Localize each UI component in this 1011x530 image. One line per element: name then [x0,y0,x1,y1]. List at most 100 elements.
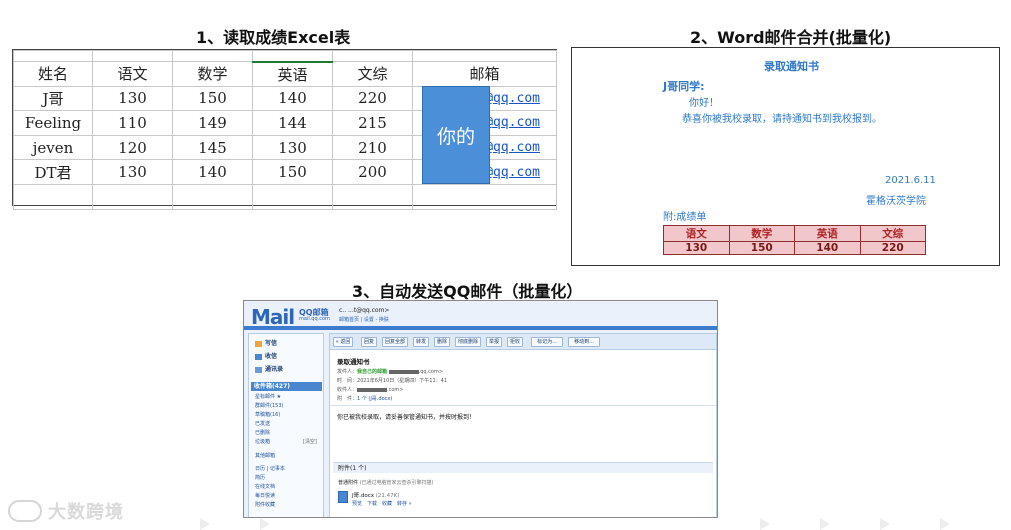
table-cell[interactable]: 149 [172,110,253,136]
step3-title: 3、自动发送QQ邮件（批量化） [352,282,583,301]
header-cell[interactable]: 语文 [92,61,173,87]
table-cell[interactable]: 220 [332,85,413,112]
score-header-row: 语文 数学 英语 文综 [663,225,926,242]
table-cell[interactable]: 130 [92,85,173,112]
header-cell[interactable]: 邮箱 [412,61,557,87]
decorative-chevron [200,518,210,530]
table-cell[interactable]: 150 [172,85,253,112]
sidebar-item-attachments[interactable]: 附件收藏 [255,501,275,508]
letter-body: 恭喜你被我校录取，请持通知书到我校报到。 [682,114,882,125]
letter-school: 霍格沃茨学院 [866,196,926,207]
sidebar-item-deleted[interactable]: 已删除 [255,429,270,436]
decorative-chevron [820,518,830,530]
sidebar-item-docs[interactable]: 在线文档 [255,483,275,490]
score-value: 220 [859,241,926,255]
score-value-row: 130 150 140 220 [663,241,926,255]
table-cell[interactable]: 110 [92,110,173,136]
redaction-overlay: 你的 [422,86,490,184]
score-header: 数学 [728,225,795,242]
letter-title: 录取通知书 [764,60,819,73]
sidebar-item-sent[interactable]: 已发送 [255,420,270,427]
header-cell[interactable]: 文综 [332,61,413,87]
sidebar-item-calendar[interactable]: 日历 | 记事本 [255,465,285,472]
letter-date: 2021.6.11 [885,175,936,186]
mark-as-dropdown[interactable]: 标记为... [531,337,563,347]
score-header: 英语 [794,225,861,242]
empty-row [13,183,557,210]
account-address: c.. ...t@qq.com> [339,307,390,314]
table-cell[interactable]: 144 [252,110,333,136]
word-file-icon [338,491,348,503]
table-cell[interactable]: 150 [252,159,333,185]
table-cell[interactable]: 130 [92,159,173,185]
header-cell[interactable]: 数学 [172,61,253,87]
mail-toolbar: « 返回 回复 回复全部 转发 删除 彻底删除 举报 拒收 标记为... 移动到… [330,334,716,350]
mail-subject: 录取通知书 [337,358,370,366]
sidebar-item-other[interactable]: 其他邮箱 [255,452,275,459]
divider [330,405,716,406]
watermark-text: 大数跨境 [48,502,124,523]
table-cell[interactable]: 210 [332,134,413,161]
qq-mail-window: Mail QQ邮箱 mail.qq.com c.. ...t@qq.com> 邮… [243,300,718,518]
report-button[interactable]: 举报 [486,337,502,347]
delete-button[interactable]: 删除 [434,337,450,347]
table-cell[interactable]: DT君 [13,159,93,185]
sender-name[interactable]: 我自己的邮箱 [357,369,387,375]
decorative-chevron [760,518,770,530]
mail-view: « 返回 回复 回复全部 转发 删除 彻底删除 举报 拒收 标记为... 移动到… [329,333,717,517]
sidebar-item-reading[interactable]: 每日悦读 [255,492,275,499]
account-links[interactable]: 邮箱首页 | 设置 - 换肤 [339,316,389,323]
receive-button[interactable]: 收信 [255,351,277,360]
sidebar-item-drafts[interactable]: 草稿箱(16) [255,411,280,418]
back-button[interactable]: « 返回 [333,337,353,347]
reject-button[interactable]: 拒收 [507,337,523,347]
letter-greeting: 你好！ [689,98,719,109]
mail-from: 发件人：我自己的邮箱 .qq.com> [337,369,444,375]
table-cell[interactable]: 200 [332,159,413,185]
reply-all-button[interactable]: 回复全部 [382,337,408,347]
header-row: 姓名 语文 数学 英语 文综 邮箱 [13,60,557,87]
sidebar-item-resume[interactable]: 简历 [255,474,265,481]
score-value: 150 [728,241,795,255]
step1-title: 1、读取成绩Excel表 [196,28,351,47]
table-cell[interactable]: 140 [172,159,253,185]
sidebar-item-starred[interactable]: 星标邮件 ★ [255,393,281,400]
reply-button[interactable]: 回复 [361,337,377,347]
mail-body: 你已被我校录取，请妥善保管通知书，并按时报到！ [337,414,476,421]
sidebar-item-spam[interactable]: 垃圾箱 [255,438,270,445]
table-cell[interactable]: 120 [92,134,173,161]
header-cell[interactable]: 姓名 [13,61,93,87]
move-to-dropdown[interactable]: 移动到... [568,337,600,347]
decorative-chevron [880,518,890,530]
header-cell[interactable]: 英语 [252,60,333,87]
excel-sheet: 姓名 语文 数学 英语 文综 邮箱 J哥 130 150 140 220 @qq… [12,49,557,210]
pen-icon [255,340,262,347]
forward-button[interactable]: 转发 [413,337,429,347]
table-cell[interactable]: jeven [13,134,93,161]
attachments-header: 附件(1 个) [333,462,713,473]
score-header: 语文 [663,225,730,242]
contacts-button[interactable]: 通讯录 [255,364,283,373]
table-cell[interactable]: 130 [252,134,333,161]
score-header: 文综 [859,225,926,242]
attachment-link[interactable]: 1 个 (J哥.docx) [357,396,392,402]
clear-spam-link[interactable]: [清空] [303,438,317,445]
watermark-logo-icon [8,500,42,522]
sidebar-item-inbox[interactable]: 收件箱(427) [251,382,322,391]
inbox-icon [255,353,262,360]
table-cell[interactable]: Feeling [13,110,93,136]
delete-permanently-button[interactable]: 彻底删除 [455,337,481,347]
attachment-label: 附:成绩单 [663,212,707,223]
normal-attachments: 普通附件 (已通过电脑管家云查杀引擎扫描) [338,480,434,486]
table-cell[interactable]: 140 [252,85,333,112]
attachment-actions[interactable]: 预览 下载 收藏 转存 » [352,500,412,507]
table-cell[interactable]: 215 [332,110,413,136]
attachment-file[interactable]: J哥.docx (21.47K) [352,491,399,499]
redacted-block [388,369,419,374]
score-table: 语文 数学 英语 文综 130 150 140 220 [663,225,926,255]
contacts-icon [255,366,262,373]
sidebar-item-group[interactable]: 群邮件(153) [255,402,283,409]
table-cell[interactable]: J哥 [13,85,93,112]
compose-button[interactable]: 写信 [255,338,277,347]
table-cell[interactable]: 145 [172,134,253,161]
